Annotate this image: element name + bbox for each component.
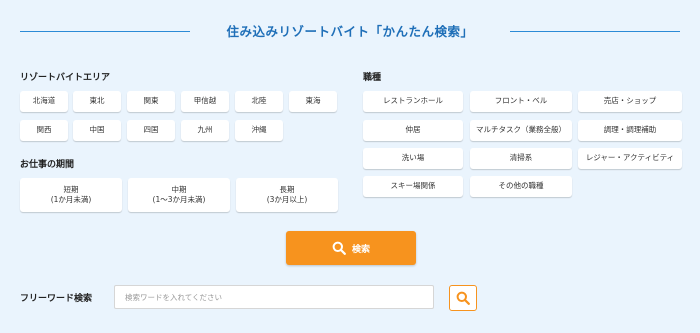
search-button[interactable]: 検索 [286,231,416,265]
area-option[interactable]: 北海道 [20,91,68,112]
job-type-option[interactable]: 洗い場 [363,148,463,169]
area-option[interactable]: 北陸 [235,91,283,112]
area-option[interactable]: 東海 [289,91,337,112]
job-type-option[interactable]: その他の職種 [470,176,572,197]
period-option[interactable]: 中期 (1〜3か月未満) [128,178,230,212]
job-type-option[interactable]: 仲居 [363,120,463,141]
job-type-option[interactable]: フロント・ベル [470,91,572,112]
job-type-option[interactable]: マルチタスク（業務全般） [470,120,572,141]
job-type-section-label: 職種 [363,73,382,83]
area-option[interactable]: 甲信越 [181,91,229,112]
area-option[interactable]: 東北 [73,91,121,112]
job-type-option[interactable]: スキー場関係 [363,176,463,197]
period-section-label: お仕事の期間 [20,160,75,170]
free-word-label: フリーワード検索 [20,294,93,304]
period-option[interactable]: 短期 (1か月未満) [20,178,122,212]
job-type-option[interactable]: 清掃系 [470,148,572,169]
job-type-option[interactable]: 調理・調理補助 [578,120,682,141]
area-option[interactable]: 関東 [127,91,175,112]
job-type-option[interactable]: レジャー・アクティビティ [578,148,682,169]
area-option[interactable]: 九州 [181,120,229,141]
page-header: 住み込みリゾートバイト「かんたん検索」 [20,18,680,44]
area-option[interactable]: 関西 [20,120,68,141]
period-option[interactable]: 長期 (3か月以上) [236,178,338,212]
area-section-label: リゾートバイトエリア [20,73,111,83]
job-type-option[interactable]: 売店・ショップ [578,91,682,112]
search-icon [332,241,346,255]
free-word-input[interactable] [114,285,434,309]
free-word-search-button[interactable] [449,285,477,311]
search-button-label: 検索 [351,244,370,255]
area-option[interactable]: 中国 [73,120,121,141]
title-divider-right [510,31,680,32]
area-option[interactable]: 四国 [127,120,175,141]
job-type-option[interactable]: レストランホール [363,91,463,112]
search-icon [456,291,470,305]
area-option[interactable]: 沖縄 [235,120,283,141]
